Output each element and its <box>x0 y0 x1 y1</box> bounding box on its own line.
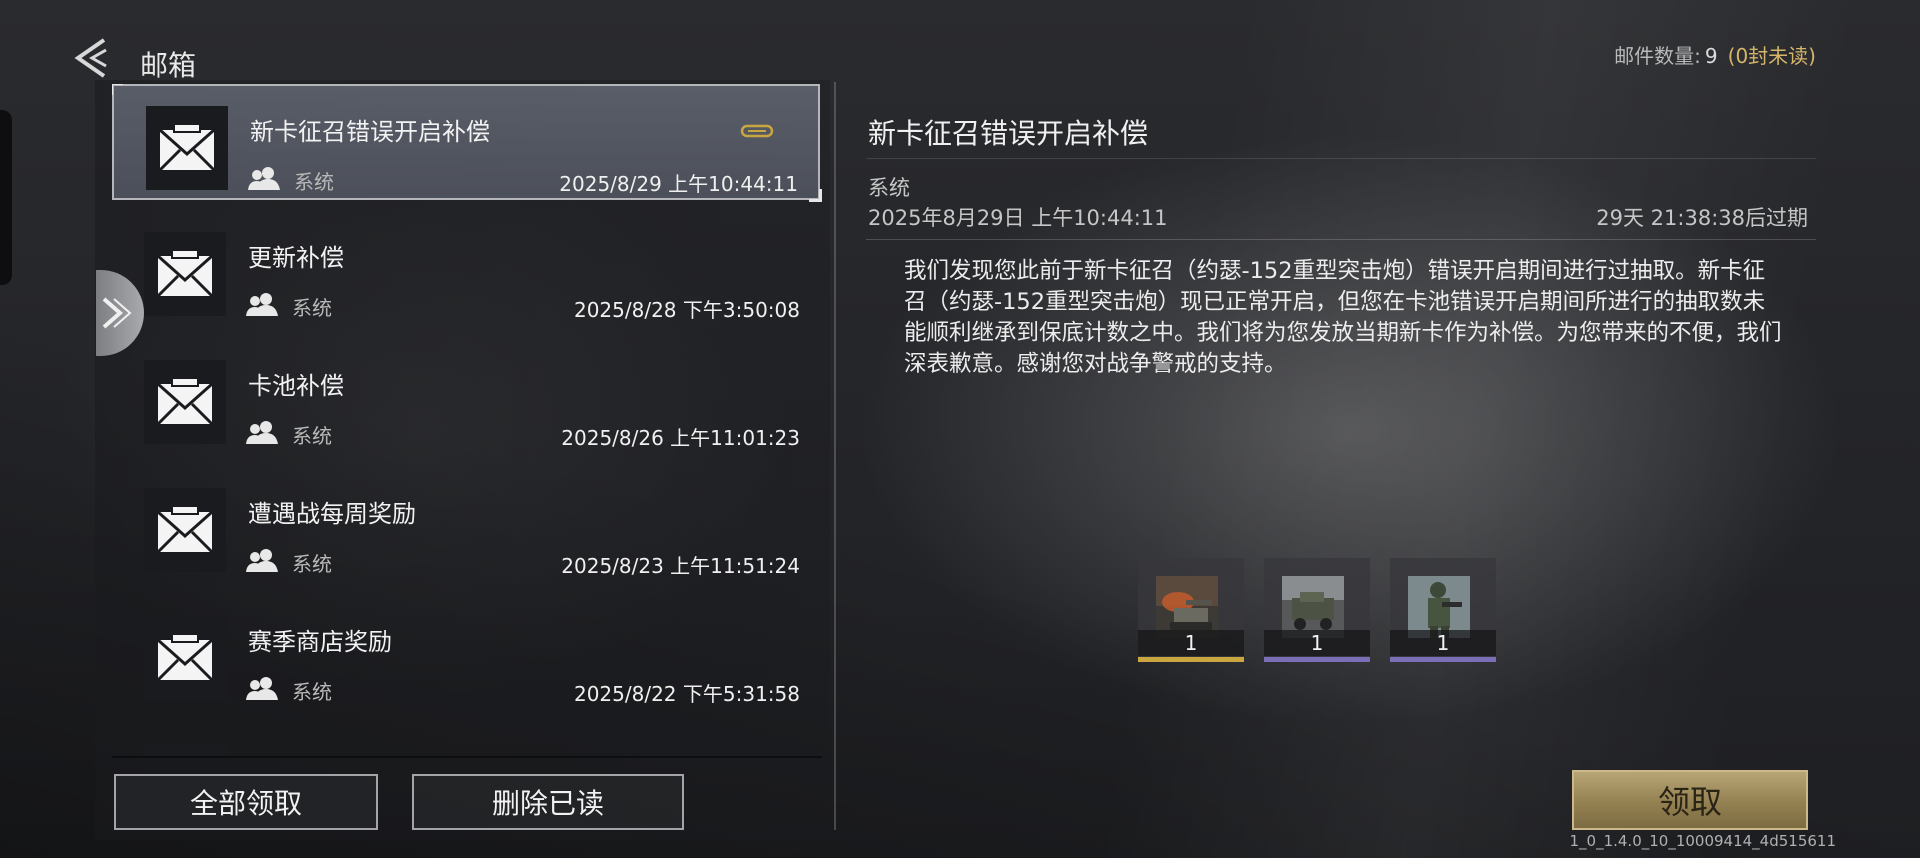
mail-date: 2025/8/23 上午11:51:24 <box>561 554 800 578</box>
mail-date: 2025/8/26 上午11:01:23 <box>561 426 800 450</box>
armored-vehicle-card-icon <box>1282 576 1344 638</box>
claim-all-button[interactable]: 全部领取 <box>114 774 378 830</box>
users-icon <box>246 293 278 316</box>
detail-title: 新卡征召错误开启补偿 <box>868 117 1149 150</box>
mail-title: 更新补偿 <box>248 244 344 272</box>
users-icon <box>246 677 278 700</box>
envelope-icon <box>158 124 216 172</box>
envelope-icon-box <box>146 106 228 190</box>
page-title: 邮箱 <box>140 49 197 82</box>
attachment-item[interactable]: 1 <box>1138 558 1244 662</box>
divider <box>866 158 1816 159</box>
attachment-qty: 1 <box>1310 631 1324 655</box>
attachment-clip-icon <box>740 124 774 138</box>
mail-item[interactable]: 新卡征召错误开启补偿 系统 2025/8/29 上午10:44:11 <box>112 84 822 202</box>
mail-body: 我们发现您此前于新卡征召（约瑟-152重型突击炮）错误开启期间进行过抽取。新卡征… <box>904 258 1782 377</box>
envelope-icon-box <box>144 232 226 316</box>
mail-date: 2025/8/28 下午3:50:08 <box>573 298 800 322</box>
attachment-item[interactable]: 1 <box>1390 558 1496 662</box>
mail-date: 2025/8/22 下午5:31:58 <box>573 682 800 706</box>
mail-title: 新卡征召错误开启补偿 <box>250 118 490 146</box>
mail-date: 2025/8/29 上午10:44:11 <box>559 172 798 196</box>
envelope-icon-box <box>144 360 226 444</box>
mail-item[interactable]: 卡池补偿 系统 2025/8/26 上午11:01:23 <box>112 340 820 456</box>
users-icon <box>246 421 278 444</box>
mail-count-label: 邮件数量: <box>1614 44 1701 68</box>
mail-item[interactable] <box>112 724 820 756</box>
artillery-card-icon <box>1156 576 1218 638</box>
claim-button[interactable]: 领取 <box>1572 770 1808 830</box>
attachment-qty: 1 <box>1184 631 1198 655</box>
envelope-icon-box <box>144 616 226 700</box>
delete-read-button[interactable]: 删除已读 <box>412 774 684 830</box>
back-button[interactable] <box>70 34 114 82</box>
unread-count: (0封未读) <box>1727 44 1816 68</box>
envelope-icon <box>156 506 214 554</box>
mail-sender: 系统 <box>292 424 332 448</box>
divider <box>866 239 1816 240</box>
panel-divider <box>834 82 836 830</box>
attachment-list: 1 1 1 <box>1138 558 1496 662</box>
mail-title: 赛季商店奖励 <box>248 628 392 656</box>
mail-count: 邮件数量: 9 (0封未读) <box>1614 40 1816 69</box>
edge-tab <box>0 110 12 285</box>
version-label: 1_0_1.4.0_10_10009414_4d515611 <box>1569 832 1836 850</box>
mail-sender: 系统 <box>294 170 334 194</box>
users-icon <box>248 167 280 190</box>
detail-sender: 系统 <box>868 176 910 200</box>
list-divider <box>112 756 822 758</box>
envelope-icon-box <box>144 744 226 756</box>
mail-item[interactable]: 更新补偿 系统 2025/8/28 下午3:50:08 <box>112 212 820 328</box>
back-arrow-icon <box>74 38 107 78</box>
mail-item[interactable]: 赛季商店奖励 系统 2025/8/22 下午5:31:58 <box>112 596 820 712</box>
attachment-item[interactable]: 1 <box>1264 558 1370 662</box>
mail-list: 新卡征召错误开启补偿 系统 2025/8/29 上午10:44:11 更新补偿 <box>112 84 822 756</box>
users-icon <box>246 549 278 572</box>
mail-count-value: 9 <box>1704 44 1718 68</box>
rarity-bar <box>1390 657 1496 662</box>
envelope-icon <box>156 250 214 298</box>
rarity-bar <box>1264 657 1370 662</box>
attachment-qty: 1 <box>1436 631 1450 655</box>
mail-title: 遭遇战每周奖励 <box>248 500 416 528</box>
chevron-right-icon <box>102 297 132 329</box>
soldier-card-icon <box>1408 576 1470 638</box>
mail-item[interactable]: 遭遇战每周奖励 系统 2025/8/23 上午11:51:24 <box>112 468 820 584</box>
envelope-icon <box>156 634 214 682</box>
expire-countdown: 29天 21:38:38后过期 <box>1596 206 1808 230</box>
mail-sender: 系统 <box>292 552 332 576</box>
mail-sender: 系统 <box>292 296 332 320</box>
mail-title: 卡池补偿 <box>248 372 344 400</box>
envelope-icon-box <box>144 488 226 572</box>
envelope-icon <box>156 378 214 426</box>
detail-time: 2025年8月29日 上午10:44:11 <box>868 206 1168 230</box>
rarity-bar <box>1138 657 1244 662</box>
mail-sender: 系统 <box>292 680 332 704</box>
